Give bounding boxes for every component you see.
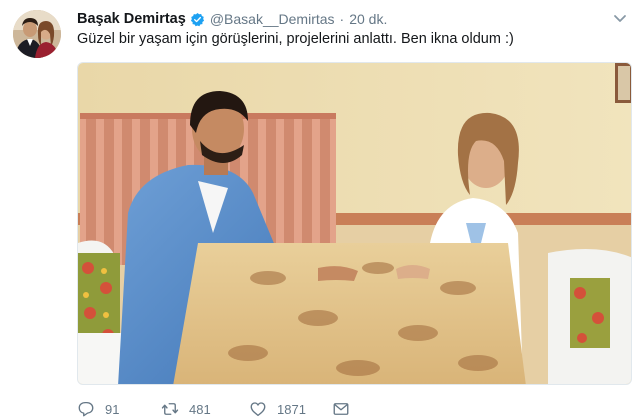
timestamp[interactable]: 20 dk.: [349, 11, 387, 27]
display-name[interactable]: Başak Demirtaş: [77, 11, 186, 27]
reply-count: 91: [105, 401, 120, 417]
avatar-photo: [13, 10, 61, 58]
like-count: 1871: [277, 401, 306, 417]
reply-icon: [78, 401, 94, 417]
retweet-button[interactable]: 481: [161, 400, 249, 418]
chevron-down-icon[interactable]: [613, 12, 627, 24]
tweet-actions: 91 481 1871: [77, 398, 362, 420]
reply-button[interactable]: 91: [77, 400, 161, 418]
envelope-icon: [333, 403, 349, 415]
separator-dot: ·: [339, 11, 345, 27]
retweet-count: 481: [189, 401, 211, 417]
tweet-text: Güzel bir yaşam için görüşlerini, projel…: [77, 31, 514, 47]
verified-badge-icon: [190, 12, 205, 27]
direct-message-button[interactable]: [332, 400, 362, 418]
tweet-header: Başak Demirtaş @Basak__Demirtas · 20 dk.: [77, 9, 387, 29]
photo-image: [78, 63, 631, 384]
tweet-photo[interactable]: [77, 62, 632, 385]
tweet: Başak Demirtaş @Basak__Demirtas · 20 dk.…: [0, 0, 640, 420]
heart-icon: [250, 402, 266, 417]
retweet-icon: [161, 403, 179, 415]
user-handle[interactable]: @Basak__Demirtas: [210, 11, 335, 27]
avatar[interactable]: [13, 10, 61, 58]
like-button[interactable]: 1871: [249, 400, 332, 418]
